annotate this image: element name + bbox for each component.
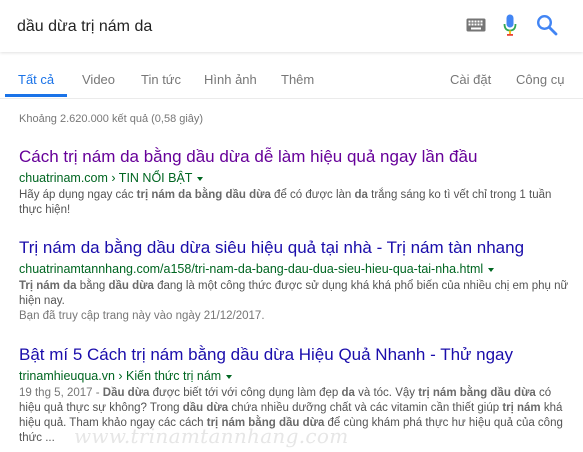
snippet-highlight: dầu dừa: [108, 280, 154, 292]
tab-all[interactable]: Tất cả: [18, 72, 54, 87]
snippet-text: được biết tới với công dụng làm đẹp: [149, 387, 342, 399]
snippet-text: và tóc. Vậy: [354, 387, 419, 399]
active-tab-indicator: [5, 94, 67, 97]
watermark: www.trinamtannhang.com: [74, 424, 349, 448]
tab-settings[interactable]: Cài đặt: [450, 72, 491, 87]
search-bar: [0, 0, 583, 52]
result-stats: Khoảng 2.620.000 kết quả (0,58 giây): [19, 113, 204, 125]
snippet-highlight: da: [341, 387, 355, 399]
keyboard-icon[interactable]: [466, 18, 486, 32]
search-result: Trị nám da bằng dầu dừa siêu hiệu quả tạ…: [19, 238, 579, 324]
tab-images[interactable]: Hình ảnh: [204, 72, 257, 87]
result-snippet: Trị nám da bằng dầu dừa đang là một công…: [19, 279, 575, 309]
search-icon[interactable]: [536, 14, 558, 36]
visited-note: Bạn đã truy cập trang này vào ngày 21/12…: [19, 310, 265, 322]
snippet-text: Hãy áp dụng ngay các: [19, 189, 137, 201]
result-title-link[interactable]: Trị nám da bằng dầu dừa siêu hiệu quả tạ…: [19, 238, 579, 258]
snippet-highlight: trị nám: [502, 402, 541, 414]
snippet-highlight: Dầu dừa: [102, 387, 150, 399]
tab-more[interactable]: Thêm: [281, 72, 314, 87]
snippet-highlight: da: [354, 189, 368, 201]
snippet-highlight: Trị nám da: [19, 280, 77, 292]
result-url: trinamhieuqua.vn › Kiến thức trị nám: [19, 368, 579, 385]
snippet-highlight: dầu dừa: [182, 402, 229, 414]
tab-news[interactable]: Tin tức: [141, 72, 181, 87]
microphone-icon[interactable]: [503, 14, 517, 38]
result-url-text: chuatrinamtannhang.com/a158/tri-nam-da-b…: [19, 262, 484, 276]
snippet-text: bằng: [76, 280, 109, 292]
result-url: chuatrinamtannhang.com/a158/tri-nam-da-b…: [19, 261, 579, 278]
snippet-text: để có được làn: [270, 189, 355, 201]
result-title-link[interactable]: Cách trị nám da bằng dầu dừa dễ làm hiệu…: [19, 147, 579, 167]
caret-down-icon[interactable]: [226, 374, 233, 379]
result-snippet: Hãy áp dụng ngay các trị nám da bằng dầu…: [19, 188, 575, 218]
search-result: Cách trị nám da bằng dầu dừa dễ làm hiệu…: [19, 147, 579, 218]
result-date: 19 thg 5, 2017 -: [19, 387, 103, 399]
search-tabs: Tất cả Video Tin tức Hình ảnh Thêm Cài đ…: [0, 52, 583, 99]
tab-tools[interactable]: Công cụ: [516, 72, 564, 87]
search-input[interactable]: [17, 16, 417, 38]
result-url-text: trinamhieuqua.vn › Kiến thức trị nám: [19, 369, 222, 383]
snippet-text: chứa nhiều dưỡng chất và các vitamin cần…: [228, 402, 503, 414]
result-url: chuatrinam.com › TIN NỔI BẬT: [19, 170, 579, 187]
result-url-text: chuatrinam.com › TIN NỔI BẬT: [19, 171, 193, 185]
result-title-link[interactable]: Bật mí 5 Cách trị nám bằng dầu dừa Hiệu …: [19, 345, 579, 365]
tab-video[interactable]: Video: [82, 72, 115, 87]
snippet-highlight: trị nám da bằng dầu dừa: [136, 189, 271, 201]
snippet-highlight: trị nám bằng dầu dừa: [418, 387, 536, 399]
caret-down-icon[interactable]: [488, 267, 495, 272]
caret-down-icon[interactable]: [197, 176, 204, 181]
